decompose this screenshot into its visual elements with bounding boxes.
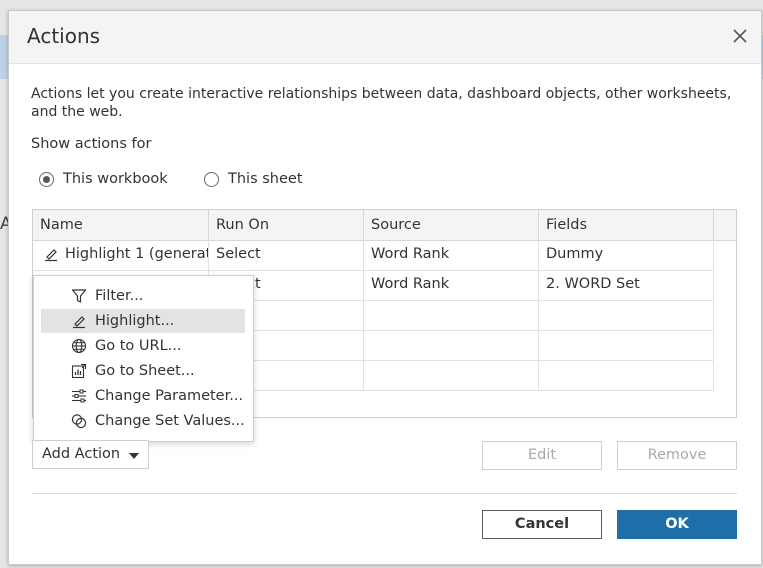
cell-empty <box>539 300 714 330</box>
edit-button[interactable]: Edit <box>482 441 602 470</box>
menu-item-label: Change Parameter... <box>95 388 244 404</box>
menu-item-label: Go to Sheet... <box>95 363 195 379</box>
cell-empty <box>539 360 714 390</box>
radio-unselected-indicator <box>204 171 219 187</box>
column-header-name[interactable]: Name <box>33 210 209 240</box>
column-header-run-on[interactable]: Run On <box>209 210 364 240</box>
radio-this-workbook[interactable]: This workbook <box>39 171 168 187</box>
add-action-label: Add Action <box>42 446 121 462</box>
cell-name-text: Highlight 1 (generated) <box>65 246 208 262</box>
cell-fields: 2. WORD Set <box>539 270 714 300</box>
cell-name: Highlight 1 (generated) <box>33 240 209 270</box>
table-row[interactable]: Highlight 1 (generated) Select Word Rank… <box>33 240 714 271</box>
cell-empty <box>539 330 714 360</box>
column-header-fields[interactable]: Fields <box>539 210 714 240</box>
radio-label: This workbook <box>63 171 168 187</box>
cell-run-on: Select <box>209 240 364 270</box>
cell-source: Word Rank <box>364 270 539 300</box>
radio-selected-indicator <box>39 171 54 187</box>
cell-fields: Dummy <box>539 240 714 270</box>
remove-button[interactable]: Remove <box>617 441 737 470</box>
menu-item-highlight[interactable]: Highlight... <box>41 309 245 333</box>
ok-button[interactable]: OK <box>617 510 737 539</box>
sheet-icon <box>71 363 87 379</box>
radio-this-sheet[interactable]: This sheet <box>204 171 303 187</box>
add-action-menu: Filter... Highlight... Go to URL... Go t… <box>33 275 254 442</box>
column-header-spacer <box>714 210 736 240</box>
radio-label: This sheet <box>228 171 303 187</box>
menu-item-change-set-values[interactable]: Change Set Values... <box>41 409 245 433</box>
actions-dialog: Actions Actions let you create interacti… <box>8 10 762 565</box>
filter-icon <box>71 289 87 303</box>
menu-item-go-to-url[interactable]: Go to URL... <box>41 334 245 358</box>
menu-item-go-to-sheet[interactable]: Go to Sheet... <box>41 359 245 383</box>
globe-icon <box>71 338 87 354</box>
menu-item-label: Highlight... <box>95 313 175 329</box>
menu-item-label: Change Set Values... <box>95 413 245 429</box>
dropdown-caret-icon <box>129 453 139 459</box>
cancel-button[interactable]: Cancel <box>482 510 602 539</box>
dialog-title: Actions <box>27 24 101 48</box>
highlight-icon <box>73 316 85 329</box>
set-icon <box>71 414 87 429</box>
highlight-icon <box>45 249 57 262</box>
cell-empty <box>364 360 539 390</box>
parameter-icon <box>72 389 86 403</box>
table-header: Name Run On Source Fields <box>33 210 736 241</box>
menu-item-change-parameter[interactable]: Change Parameter... <box>41 384 245 408</box>
close-icon[interactable] <box>731 27 749 45</box>
menu-item-label: Filter... <box>95 288 144 304</box>
add-action-button[interactable]: Add Action <box>32 440 149 469</box>
cell-empty <box>364 330 539 360</box>
menu-item-label: Go to URL... <box>95 338 182 354</box>
divider <box>32 493 737 494</box>
cell-empty <box>364 300 539 330</box>
cell-source: Word Rank <box>364 240 539 270</box>
dialog-description: Actions let you create interactive relat… <box>31 86 732 120</box>
dialog-titlebar: Actions <box>9 11 761 64</box>
show-actions-for-label: Show actions for <box>31 136 152 152</box>
menu-item-filter[interactable]: Filter... <box>41 284 245 308</box>
column-header-source[interactable]: Source <box>364 210 539 240</box>
